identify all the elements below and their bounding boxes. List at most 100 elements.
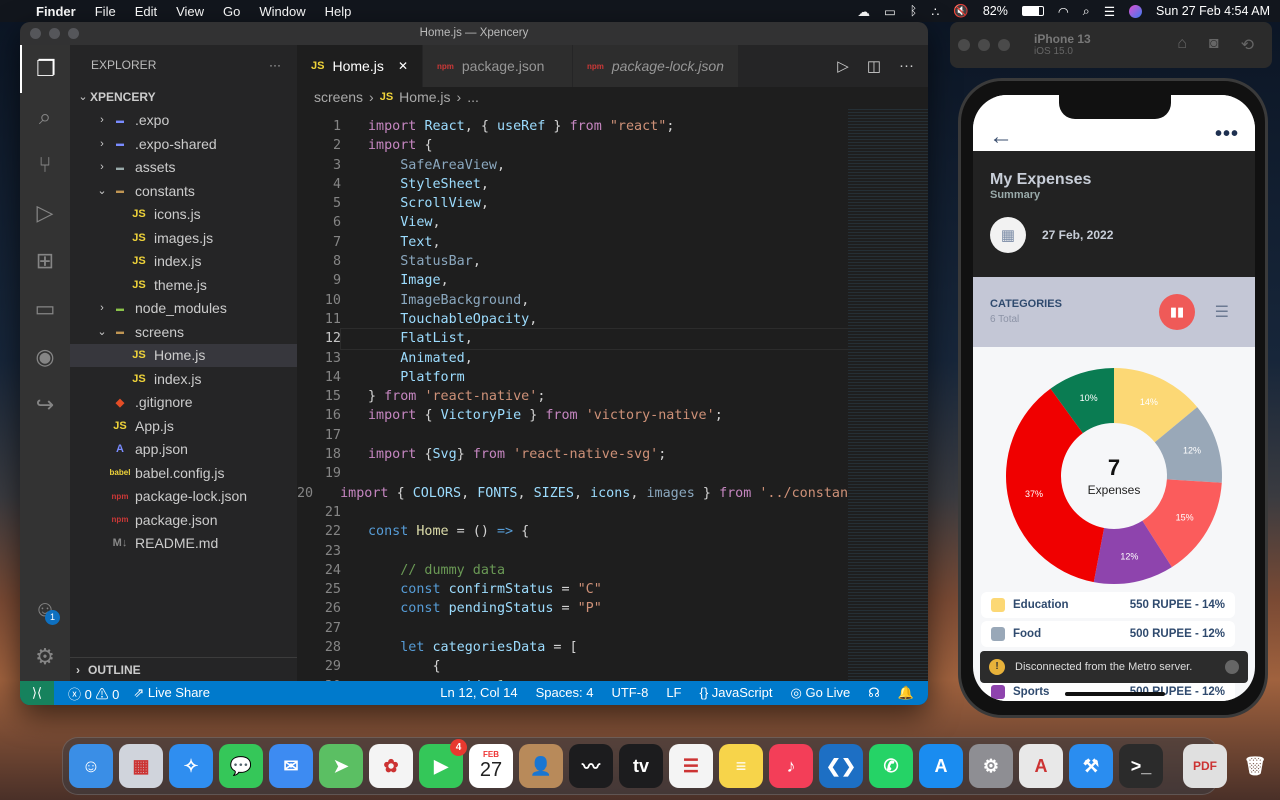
spotlight-search-icon[interactable]: ⌕	[1083, 4, 1090, 19]
control-center-icon[interactable]: ☰	[1104, 4, 1115, 19]
menu-file[interactable]: File	[95, 4, 116, 19]
dock-xcode-simulator-icon[interactable]: ⚒	[1069, 744, 1113, 788]
more-dots-icon[interactable]: •••	[1215, 123, 1239, 146]
sim-minimize-button[interactable]	[978, 39, 990, 51]
dock-system-preferences-icon[interactable]: ⚙	[969, 744, 1013, 788]
display-icon[interactable]: ▭	[884, 4, 896, 19]
indentation[interactable]: Spaces: 4	[536, 685, 594, 701]
explorer-more-button[interactable]: ···	[269, 58, 281, 72]
legend-row-food[interactable]: Food 500 RUPEE - 12%	[981, 621, 1235, 647]
screenshot-icon[interactable]: ◙	[1209, 35, 1219, 55]
dock-contacts-icon[interactable]: 👤	[519, 744, 563, 788]
wifi-icon[interactable]: ◠	[1058, 4, 1069, 19]
menu-window[interactable]: Window	[259, 4, 305, 19]
search-icon[interactable]: ⌕	[20, 93, 70, 141]
tree-item[interactable]: ⌄ ▬ screens	[70, 320, 297, 344]
zoom-window-button[interactable]	[68, 28, 79, 39]
menu-go[interactable]: Go	[223, 4, 240, 19]
menu-app-name[interactable]: Finder	[36, 4, 76, 19]
encoding[interactable]: UTF-8	[611, 685, 648, 701]
breadcrumb-item[interactable]: screens	[314, 89, 363, 105]
tree-item[interactable]: › ▬ node_modules	[70, 297, 297, 321]
dock-whatsapp-icon[interactable]: ✆	[869, 744, 913, 788]
tab-home-js[interactable]: JS Home.js ✕	[297, 45, 423, 87]
dock-app-store-icon[interactable]: A	[919, 744, 963, 788]
dock-maps-icon[interactable]: ➤	[319, 744, 363, 788]
close-tab-icon[interactable]: ✕	[398, 59, 408, 73]
outline-section[interactable]: › OUTLINE	[70, 657, 297, 681]
dock-messages-icon[interactable]: 💬	[219, 744, 263, 788]
menu-clock[interactable]: Sun 27 Feb 4:54 AM	[1156, 4, 1270, 18]
dock-music-icon[interactable]: ♪	[769, 744, 813, 788]
tree-item[interactable]: JS index.js	[70, 367, 297, 391]
go-live-button[interactable]: ◎ Go Live	[790, 685, 850, 701]
tree-item[interactable]: npm package.json	[70, 508, 297, 532]
accounts-icon[interactable]: ☺ 1	[20, 585, 70, 633]
remote-indicator-icon[interactable]: ⟩⟨	[20, 681, 54, 705]
minimize-window-button[interactable]	[49, 28, 60, 39]
language-mode[interactable]: {} JavaScript	[699, 685, 772, 701]
source-control-icon[interactable]: ⑂	[20, 141, 70, 189]
sim-close-button[interactable]	[958, 39, 970, 51]
problems-indicator[interactable]: ⓧ 0 ⚠ 0	[68, 684, 119, 703]
dots-icon[interactable]: ∴	[931, 4, 939, 19]
github-icon[interactable]: ◉	[20, 333, 70, 381]
tree-item[interactable]: npm package-lock.json	[70, 485, 297, 509]
run-icon[interactable]: ▷	[837, 57, 849, 75]
dock-mail-icon[interactable]: ✉	[269, 744, 313, 788]
cursor-position[interactable]: Ln 12, Col 14	[440, 685, 517, 701]
settings-gear-icon[interactable]: ⚙	[20, 633, 70, 681]
dock-acrobat-icon[interactable]: A	[1019, 744, 1063, 788]
run-debug-icon[interactable]: ▷	[20, 189, 70, 237]
live-share-icon[interactable]: ↪	[20, 381, 70, 429]
expenses-pie-chart[interactable]: 14% 12% 15% 12% 37% 10% 7 Expenses	[1003, 365, 1225, 587]
menu-help[interactable]: Help	[325, 4, 352, 19]
tree-item[interactable]: › ▬ .expo	[70, 109, 297, 133]
dock-launchpad-icon[interactable]: ▦	[119, 744, 163, 788]
chart-view-button[interactable]: ▮▮	[1159, 294, 1195, 330]
breadcrumb-item[interactable]: Home.js	[399, 89, 450, 105]
dock-safari-icon[interactable]: ✧	[169, 744, 213, 788]
notifications-bell-icon[interactable]: 🔔	[898, 685, 914, 701]
list-view-button[interactable]: ☰	[1215, 302, 1229, 322]
tree-item[interactable]: JS index.js	[70, 250, 297, 274]
dock-notes-icon[interactable]: ≡	[719, 744, 763, 788]
menu-view[interactable]: View	[176, 4, 204, 19]
tree-item[interactable]: JS Home.js	[70, 343, 297, 367]
dock-finder-icon[interactable]: ☺	[69, 744, 113, 788]
tab-package-json[interactable]: npm package.json	[423, 45, 573, 87]
dock-photos-icon[interactable]: ✿	[369, 744, 413, 788]
metro-toast[interactable]: ! Disconnected from the Metro server.	[980, 651, 1248, 683]
tree-item[interactable]: JS icons.js	[70, 203, 297, 227]
tree-item[interactable]: ◆ .gitignore	[70, 391, 297, 415]
dock-facetime-icon[interactable]: ▶ 4	[419, 739, 467, 788]
mute-icon[interactable]: 🔇	[953, 4, 969, 19]
live-share-button[interactable]: ⇗ Live Share	[133, 685, 210, 701]
split-editor-icon[interactable]: ◫	[867, 57, 881, 75]
sim-zoom-button[interactable]	[998, 39, 1010, 51]
dock-apple-tv-icon[interactable]: tv	[619, 744, 663, 788]
tab-package-lock-json[interactable]: npm package-lock.json	[573, 45, 739, 87]
battery-percent[interactable]: 82%	[983, 4, 1008, 18]
line-ending[interactable]: LF	[666, 685, 681, 701]
breadcrumb-item[interactable]: JS	[380, 91, 393, 103]
home-icon[interactable]: ⌂	[1177, 35, 1187, 55]
code-editor[interactable]: 1 import React, { useRef } from "react"; 2…	[297, 117, 848, 681]
tree-item[interactable]: › ▬ assets	[70, 156, 297, 180]
tree-item[interactable]: JS images.js	[70, 226, 297, 250]
tree-item[interactable]: JS theme.js	[70, 273, 297, 297]
tree-item[interactable]: ⌄ ▬ constants	[70, 179, 297, 203]
calendar-icon[interactable]: ▦	[990, 217, 1026, 253]
breadcrumb-item[interactable]: ...	[467, 89, 479, 105]
tree-item[interactable]: M↓ README.md	[70, 532, 297, 556]
dock-stocks-icon[interactable]: 〰	[569, 744, 613, 788]
more-actions-icon[interactable]: ···	[899, 57, 914, 75]
siri-icon[interactable]	[1129, 4, 1143, 18]
dock-trash-icon[interactable]: 🗑	[1233, 744, 1277, 788]
bluetooth-icon[interactable]: ᛒ	[910, 4, 918, 18]
minimap[interactable]	[848, 107, 928, 681]
extensions-icon[interactable]: ⊞	[20, 237, 70, 285]
remote-explorer-icon[interactable]: ▭	[20, 285, 70, 333]
creative-cloud-icon[interactable]: ☁	[857, 4, 870, 19]
dock-terminal-icon[interactable]: >_	[1119, 744, 1163, 788]
